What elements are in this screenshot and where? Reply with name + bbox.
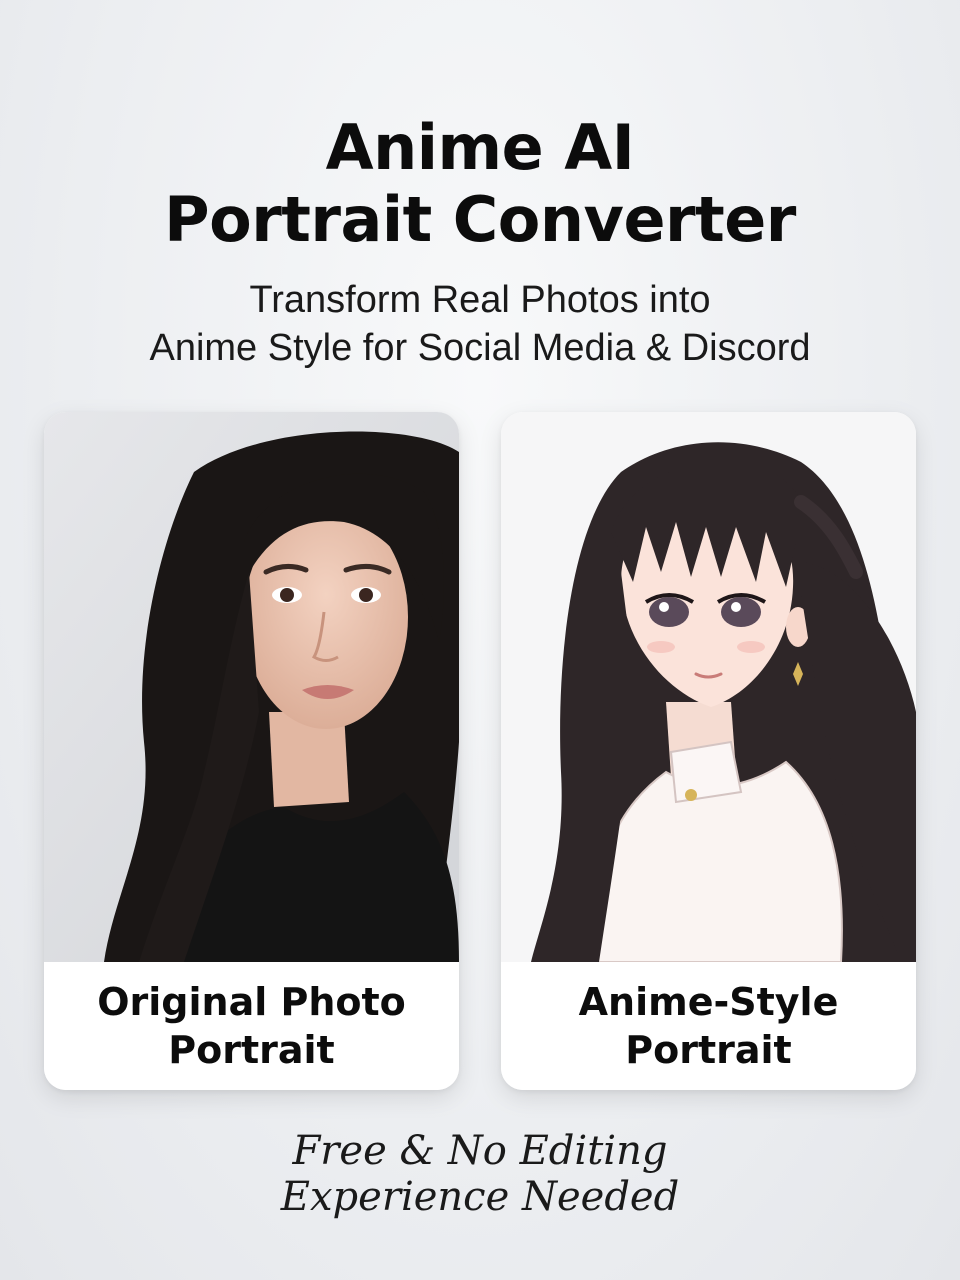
anime-portrait-card: Anime-Style Portrait <box>501 412 916 1090</box>
subtitle-line-1: Transform Real Photos into <box>249 279 711 321</box>
original-caption-line-1: Original Photo <box>97 980 406 1024</box>
original-photo-card: Original Photo Portrait <box>44 412 459 1090</box>
anime-caption-line-1: Anime-Style <box>578 980 839 1024</box>
title-line-2: Portrait Converter <box>164 183 796 256</box>
footer-line-1: Free & No Editing <box>292 1128 668 1174</box>
original-caption-line-2: Portrait <box>168 1028 335 1072</box>
original-photo-image <box>44 412 459 962</box>
original-photo-caption: Original Photo Portrait <box>44 962 459 1090</box>
title-line-1: Anime AI <box>325 111 635 184</box>
anime-portrait-caption: Anime-Style Portrait <box>501 962 916 1090</box>
anime-portrait-image <box>501 412 916 962</box>
footer-tagline: Free & No Editing Experience Needed <box>0 1128 960 1220</box>
subtitle-line-2: Anime Style for Social Media & Discord <box>149 327 811 369</box>
anime-caption-line-2: Portrait <box>625 1028 792 1072</box>
footer-line-2: Experience Needed <box>280 1174 680 1220</box>
page-title: Anime AI Portrait Converter <box>0 112 960 256</box>
page-subtitle: Transform Real Photos into Anime Style f… <box>0 276 960 372</box>
